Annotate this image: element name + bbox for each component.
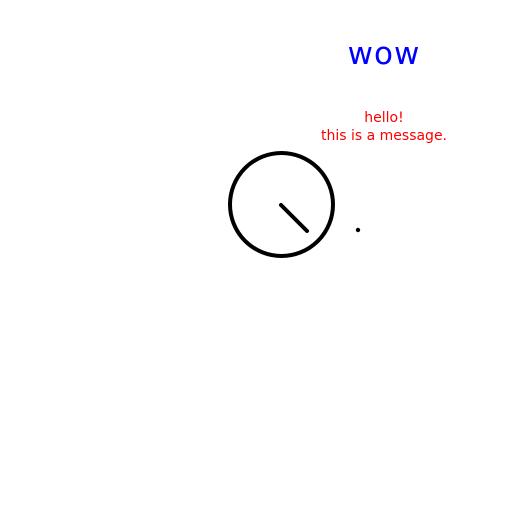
dial-hand (279, 203, 309, 233)
dial-canvas (228, 151, 361, 258)
dot-marker (355, 227, 361, 233)
dial-icon (228, 151, 335, 258)
